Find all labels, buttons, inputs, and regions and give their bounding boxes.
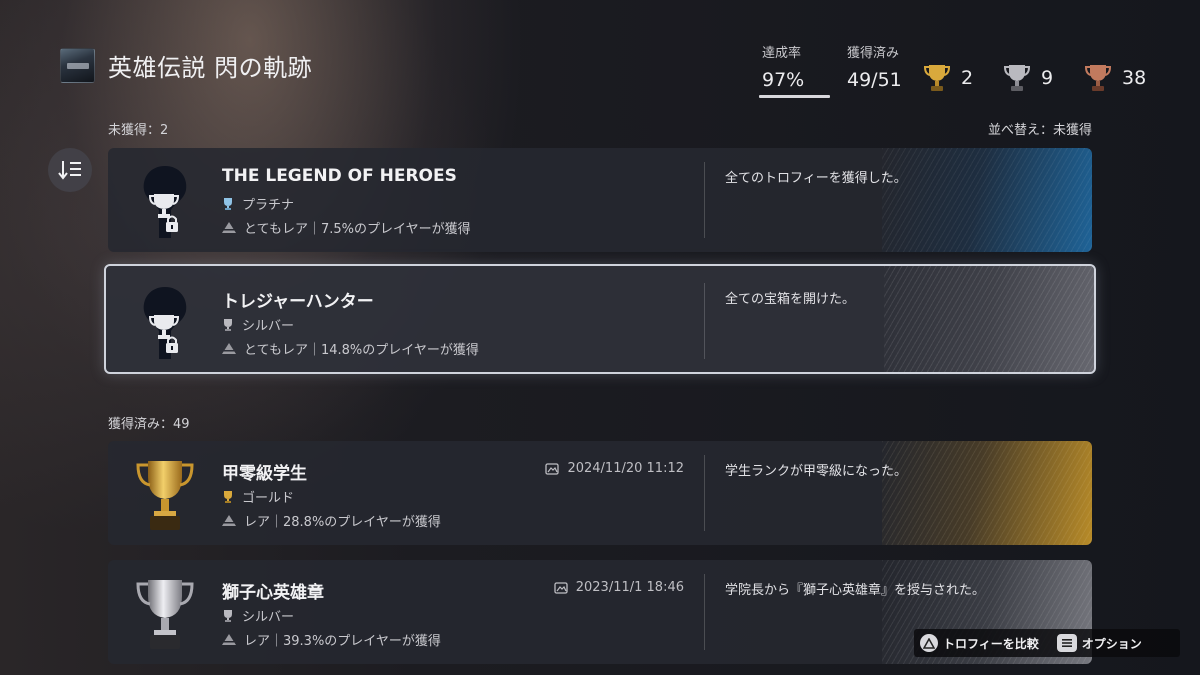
completion-progress-bar [759, 95, 830, 98]
options-hint[interactable]: オプション [1056, 634, 1142, 652]
trophy-grade: プラチナ [222, 194, 294, 213]
page-title: 英雄伝説 閃の軌跡 [108, 54, 313, 82]
card-decoration [882, 441, 1092, 545]
unearned-section-label: 未獲得：2 [108, 123, 169, 138]
earned-count-value: 49/51 [847, 69, 902, 91]
trophy-grade-label: シルバー [242, 319, 295, 334]
rarity-icon [222, 633, 236, 645]
silver-trophy-icon [136, 580, 194, 649]
compare-trophies-hint[interactable]: トロフィーを比較 [920, 634, 1039, 652]
sort-icon [58, 161, 81, 180]
options-label: オプション [1081, 636, 1142, 651]
silver-trophy-count: 9 [1004, 63, 1053, 93]
earned-count-label: 獲得済み [847, 46, 900, 61]
trophy-grade: シルバー [222, 606, 294, 625]
trophy-name: トレジャーハンター [222, 292, 374, 312]
gold-count: 2 [961, 67, 974, 89]
earned-date: 2023/11/1 18:46 [554, 580, 684, 595]
locked-trophy-icon [143, 166, 187, 238]
card-decoration [884, 266, 1094, 372]
card-divider [704, 283, 705, 359]
earned-date-label: 2024/11/20 11:12 [567, 461, 684, 476]
trophy-rarity: とてもレア｜7.5%のプレイヤーが獲得 [222, 218, 471, 237]
trophy-rarity: とてもレア｜14.8%のプレイヤーが獲得 [222, 339, 479, 358]
silver-trophy-icon [1004, 65, 1030, 91]
trophy-description: 全ての宝箱を開けた。 [725, 292, 856, 307]
screenshot-icon [554, 581, 568, 594]
earned-section-label: 獲得済み：49 [108, 417, 190, 432]
trophy-rarity-label: レア｜39.3%のプレイヤーが獲得 [244, 634, 441, 649]
rarity-icon [222, 342, 236, 354]
sort-label: 並べ替え：未獲得 [987, 123, 1092, 138]
trophy-rarity-label: レア｜28.8%のプレイヤーが獲得 [244, 515, 441, 530]
silver-count: 9 [1041, 67, 1054, 89]
trophy-name: 獅子心英雄章 [222, 583, 324, 603]
completion-rate: 達成率 97% [762, 42, 804, 91]
earned-date: 2024/11/20 11:12 [545, 461, 684, 476]
platinum-trophy-icon [224, 197, 232, 210]
screenshot-icon [545, 462, 560, 475]
trophy-rarity: レア｜28.8%のプレイヤーが獲得 [222, 511, 441, 530]
trophy-name: 甲零級学生 [222, 464, 307, 484]
trophy-description: 学院長から『獅子心英雄章』を授与された。 [725, 583, 986, 598]
bronze-count: 38 [1122, 67, 1147, 89]
options-button-icon [1056, 634, 1077, 652]
trophy-rarity-label: とてもレア｜7.5%のプレイヤーが獲得 [244, 222, 471, 237]
rarity-icon [222, 221, 236, 233]
trophy-card[interactable]: 甲零級学生 2024/11/20 11:12 ゴールド レア｜28.8%のプレイ… [108, 441, 1092, 545]
trophy-rarity: レア｜39.3%のプレイヤーが獲得 [222, 630, 441, 649]
game-thumbnail [60, 48, 95, 83]
gold-trophy-small-icon [224, 490, 232, 503]
card-divider [704, 574, 705, 650]
earned-date-label: 2023/11/1 18:46 [575, 580, 684, 595]
trophy-card[interactable]: THE LEGEND OF HEROES プラチナ とてもレア｜7.5%のプレイ… [108, 148, 1092, 252]
gold-trophy-icon [136, 461, 194, 530]
locked-trophy-icon [143, 287, 187, 359]
bronze-trophy-count: 38 [1085, 63, 1146, 93]
trophy-grade: シルバー [222, 315, 294, 334]
trophy-card-selected[interactable]: トレジャーハンター シルバー とてもレア｜14.8%のプレイヤーが獲得 全ての宝… [104, 264, 1096, 374]
earned-count: 獲得済み 49/51 [847, 42, 902, 91]
gold-trophy-icon [924, 65, 950, 91]
triangle-button-icon [920, 634, 938, 652]
trophy-grade: ゴールド [222, 487, 294, 506]
trophy-rarity-label: とてもレア｜14.8%のプレイヤーが獲得 [244, 343, 479, 358]
card-divider [704, 455, 705, 531]
trophy-description: 全てのトロフィーを獲得した。 [725, 171, 907, 186]
gold-trophy-count: 2 [924, 63, 973, 93]
card-divider [704, 162, 705, 238]
completion-rate-value: 97% [762, 69, 805, 91]
rarity-icon [222, 514, 236, 526]
trophy-grade-label: シルバー [242, 610, 295, 625]
completion-rate-label: 達成率 [762, 46, 802, 61]
card-decoration [882, 148, 1092, 252]
trophy-name: THE LEGEND OF HEROES [222, 166, 457, 186]
trophy-description: 学生ランクが甲零級になった。 [725, 464, 908, 479]
compare-trophies-label: トロフィーを比較 [943, 636, 1039, 651]
silver-trophy-icon [224, 318, 232, 331]
bronze-trophy-icon [1085, 65, 1111, 91]
silver-trophy-small-icon [224, 609, 232, 622]
sort-button[interactable] [48, 148, 92, 192]
trophy-grade-label: プラチナ [242, 198, 295, 213]
button-hints: トロフィーを比較 オプション [914, 629, 1180, 657]
trophy-grade-label: ゴールド [242, 491, 295, 506]
